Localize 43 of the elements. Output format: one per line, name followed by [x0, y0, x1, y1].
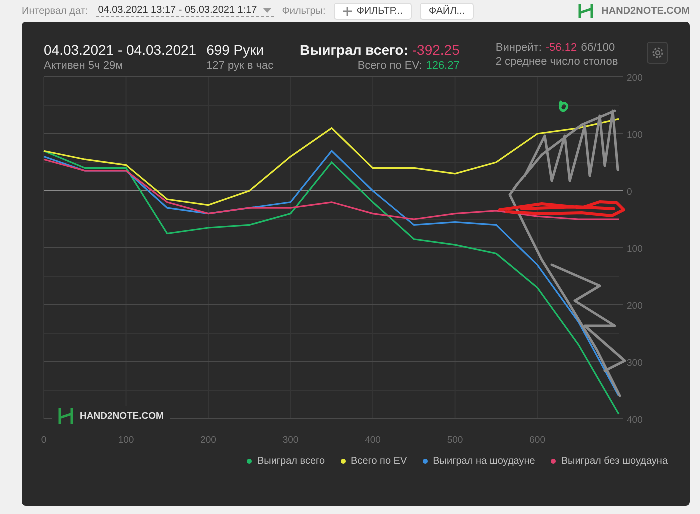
- ev-value: 126.27: [426, 60, 460, 72]
- x-axis-label: 0: [41, 435, 47, 446]
- y-axis-label: 300: [627, 358, 643, 369]
- y-axis-label: 100: [627, 130, 643, 141]
- y-axis-label: 100: [627, 244, 643, 255]
- logo-icon: [58, 408, 74, 424]
- x-axis-label: 300: [282, 435, 299, 446]
- winrate-unit: бб/100: [581, 42, 616, 54]
- chart-logo: HAND2NOTE.COM: [80, 410, 164, 422]
- average-tables: 2 среднее число столов: [496, 56, 648, 68]
- date-range-dropdown[interactable]: 04.03.2021 13:17 - 05.03.2021 1:17: [96, 5, 274, 17]
- brand-logo: HAND2NOTE.COM: [602, 6, 690, 16]
- logo-icon: [578, 4, 594, 18]
- ev-label: Всего по EV:: [358, 60, 422, 72]
- caret-icon: [263, 8, 272, 14]
- winrate-label: Винрейт:: [496, 42, 542, 54]
- y-axis-label: 200: [627, 73, 643, 84]
- hands-count: 699 Руки: [206, 42, 266, 58]
- y-axis-label: 200: [627, 301, 643, 312]
- filters-label: Фильтры:: [282, 6, 326, 16]
- settings-button[interactable]: [647, 42, 668, 64]
- add-filter-button[interactable]: ФИЛЬТР...: [334, 2, 412, 20]
- legend-label[interactable]: Выиграл на шоудауне: [433, 456, 536, 467]
- settings-icon: [650, 46, 665, 60]
- legend-label[interactable]: Всего по EV: [351, 456, 408, 467]
- plus-icon: [342, 6, 352, 16]
- date-range: 04.03.2021 - 04.03.2021: [44, 42, 198, 58]
- legend-label[interactable]: Выиграл без шоудауна: [561, 456, 668, 467]
- date-label: Интервал дат:: [22, 6, 88, 16]
- x-axis-label: 500: [447, 435, 464, 446]
- active-time: Активен 5ч 29м: [44, 60, 124, 72]
- won-value: -392.25: [412, 42, 460, 58]
- y-axis-label: 0: [627, 187, 632, 198]
- legend-label[interactable]: Выиграл всего: [257, 456, 326, 467]
- x-axis-label: 400: [365, 435, 381, 446]
- y-axis-label: 400: [627, 415, 643, 426]
- winrate-value: -56.12: [546, 42, 578, 54]
- file-button[interactable]: ФАЙЛ...: [420, 2, 474, 20]
- x-axis-label: 600: [530, 435, 546, 446]
- won-label: Выиграл всего:: [300, 42, 408, 58]
- hands-per-hour: 127 рук в час: [206, 60, 275, 72]
- x-axis-label: 100: [118, 435, 134, 446]
- x-axis-label: 200: [200, 435, 216, 446]
